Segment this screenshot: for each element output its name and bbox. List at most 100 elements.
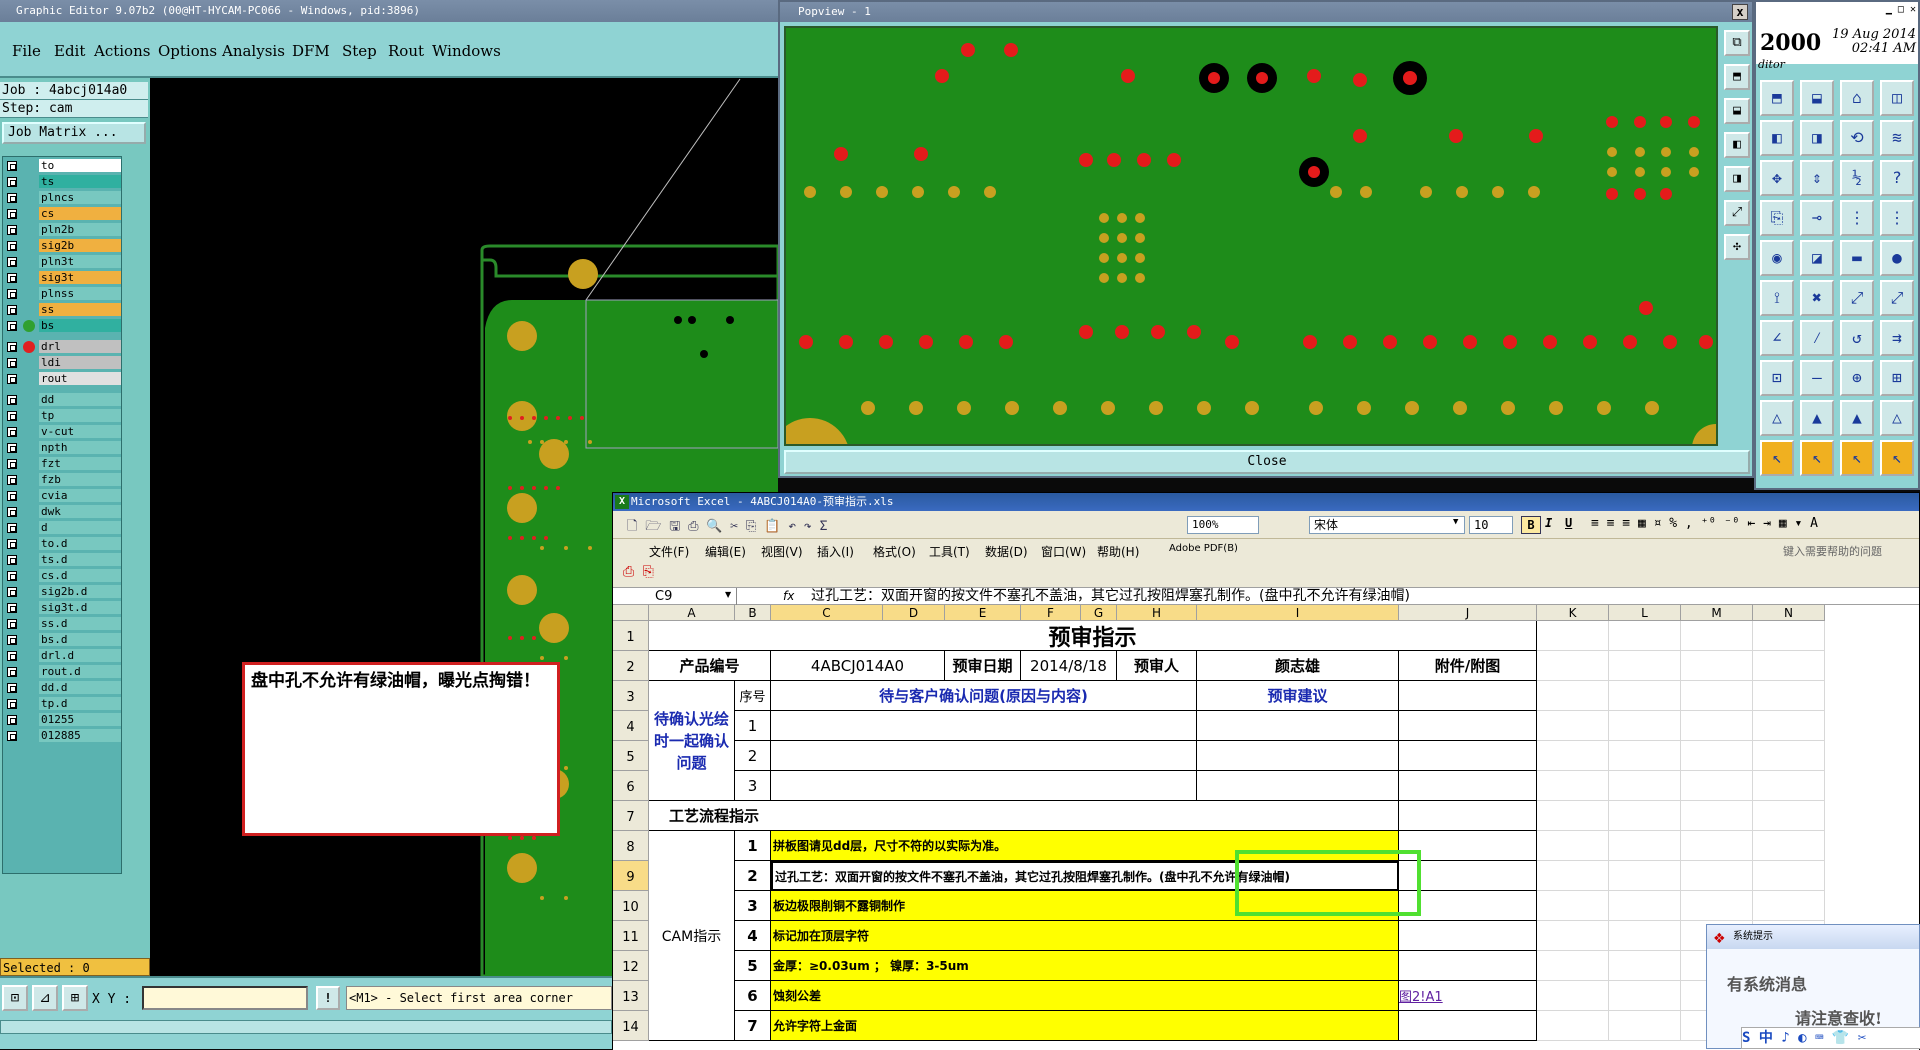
cell[interactable] [1537, 681, 1609, 711]
cell[interactable] [1537, 801, 1609, 831]
layer-row-pln3t[interactable]: pln3t [3, 255, 121, 269]
popview-canvas[interactable] [784, 26, 1718, 446]
menu-actions[interactable]: Actions [94, 42, 150, 60]
attachment-cell[interactable] [1399, 1011, 1537, 1041]
angle-tool-3-icon[interactable]: ↺ [1840, 320, 1874, 356]
column-header[interactable]: C [771, 605, 883, 621]
zoom-select[interactable]: 100% [1187, 516, 1259, 534]
row-header[interactable]: 12 [613, 951, 649, 981]
layer-row-dwk[interactable]: dwk [3, 505, 121, 519]
layer-row-tp.d[interactable]: tp.d [3, 697, 121, 711]
cell[interactable] [1681, 711, 1753, 741]
bold-button[interactable]: B [1521, 516, 1541, 534]
layer-row-ts.d[interactable]: ts.d [3, 553, 121, 567]
row-header[interactable]: 5 [613, 741, 649, 771]
pointer-tool-4-icon[interactable]: ↖ [1880, 440, 1914, 476]
layer-checkbox[interactable] [7, 427, 17, 437]
layer-checkbox[interactable] [7, 603, 17, 613]
cell[interactable] [1537, 891, 1609, 921]
cell[interactable] [1609, 621, 1681, 651]
menu-analysis[interactable]: Analysis [222, 42, 285, 60]
excel-menu-format[interactable]: 格式(O) [873, 543, 916, 560]
layer-row-to[interactable]: to [3, 159, 121, 173]
cell[interactable] [1609, 981, 1681, 1011]
layer-checkbox[interactable] [7, 539, 17, 549]
suggest-cell[interactable] [1197, 771, 1399, 801]
layer-checkbox[interactable] [7, 651, 17, 661]
notification-hint[interactable]: 请注意查收! [1795, 1005, 1882, 1029]
cell[interactable] [1609, 831, 1681, 861]
excel-menu-file[interactable]: 文件(F) [649, 543, 689, 560]
column-header[interactable]: L [1609, 605, 1681, 621]
layer-checkbox[interactable] [7, 619, 17, 629]
mode-tool-1-icon[interactable]: ◧ [1760, 120, 1794, 156]
cell[interactable] [1753, 621, 1825, 651]
layer-checkbox[interactable] [7, 667, 17, 677]
center-icon[interactable]: ✣ [1724, 234, 1750, 260]
angle-tool-1-icon[interactable]: ∠ [1760, 320, 1794, 356]
layer-checkbox[interactable] [7, 193, 17, 203]
layer-row-bs[interactable]: bs [3, 319, 121, 333]
cell[interactable] [1537, 921, 1609, 951]
select-all-corner[interactable] [613, 605, 649, 621]
cell[interactable] [1681, 651, 1753, 681]
menu-dfm[interactable]: DFM [292, 42, 330, 60]
row-header[interactable]: 4 [613, 711, 649, 741]
layer-row-plncs[interactable]: plncs [3, 191, 121, 205]
layer-row-bs.d[interactable]: bs.d [3, 633, 121, 647]
layer-row-plnss[interactable]: plnss [3, 287, 121, 301]
layer-row-fzb[interactable]: fzb [3, 473, 121, 487]
cell[interactable] [1537, 771, 1609, 801]
column-header[interactable]: M [1681, 605, 1753, 621]
cell[interactable] [1609, 1011, 1681, 1041]
row-header[interactable]: 2 [613, 651, 649, 681]
column-header[interactable]: D [883, 605, 945, 621]
underline-button[interactable]: U [1565, 516, 1572, 530]
instruction-number[interactable]: 4 [735, 921, 771, 951]
cell[interactable] [1681, 831, 1753, 861]
column-header[interactable]: I [1197, 605, 1399, 621]
window-controls-icon[interactable]: ▁ □ ✕ [1886, 4, 1916, 15]
instruction-text[interactable]: 允许字符上金面 [771, 1011, 1399, 1041]
cell[interactable] [1537, 741, 1609, 771]
window-tool-3-icon[interactable]: ⌂ [1840, 80, 1874, 116]
cell[interactable] [1609, 951, 1681, 981]
popview-close-icon[interactable]: x [1732, 4, 1748, 20]
layer-row-sig3t.d[interactable]: sig3t.d [3, 601, 121, 615]
cell[interactable] [1537, 621, 1609, 651]
layer-checkbox[interactable] [7, 491, 17, 501]
cell[interactable] [1753, 861, 1825, 891]
align-tool-3-icon[interactable]: ⊕ [1840, 360, 1874, 396]
angle-tool-2-icon[interactable]: ⁄ [1800, 320, 1834, 356]
attachment-cell[interactable] [1399, 771, 1537, 801]
prompt-icon[interactable]: ! [316, 986, 340, 1010]
layer-row-ldi[interactable]: ldi [3, 356, 121, 370]
confirm-label[interactable]: 待确认光绘时一起确认问题 [649, 681, 735, 801]
zoom-tool-2-icon[interactable]: ⇕ [1800, 160, 1834, 196]
instruction-number[interactable]: 1 [735, 831, 771, 861]
zoom-tool-1-icon[interactable]: ✥ [1760, 160, 1794, 196]
excel-menu-edit[interactable]: 编辑(E) [705, 543, 746, 560]
zoom-tool-4-icon[interactable]: ? [1880, 160, 1914, 196]
cell[interactable] [1753, 651, 1825, 681]
layer-checkbox[interactable] [7, 241, 17, 251]
layer-checkbox[interactable] [7, 342, 17, 352]
suggest-cell[interactable] [1197, 741, 1399, 771]
layer-row-sig3t[interactable]: sig3t [3, 271, 121, 285]
measure-icon[interactable]: ⊿ [32, 985, 58, 1011]
window-tool-1-icon[interactable]: ⬒ [1760, 80, 1794, 116]
layer-checkbox[interactable] [7, 257, 17, 267]
question-number[interactable]: 3 [735, 771, 771, 801]
excel-menu-view[interactable]: 视图(V) [761, 543, 803, 560]
angle-tool-4-icon[interactable]: ⇉ [1880, 320, 1914, 356]
layer-checkbox[interactable] [7, 475, 17, 485]
column-header[interactable]: F [1021, 605, 1081, 621]
menu-rout[interactable]: Rout [388, 42, 424, 60]
layer-row-cs[interactable]: cs [3, 207, 121, 221]
shape-tool-4-icon[interactable]: ● [1880, 240, 1914, 276]
layer-checkbox[interactable] [7, 305, 17, 315]
cell[interactable] [1609, 891, 1681, 921]
layer-row-ss[interactable]: ss [3, 303, 121, 317]
attachment-cell[interactable] [1399, 951, 1537, 981]
instruction-text[interactable]: 蚀刻公差 [771, 981, 1399, 1011]
